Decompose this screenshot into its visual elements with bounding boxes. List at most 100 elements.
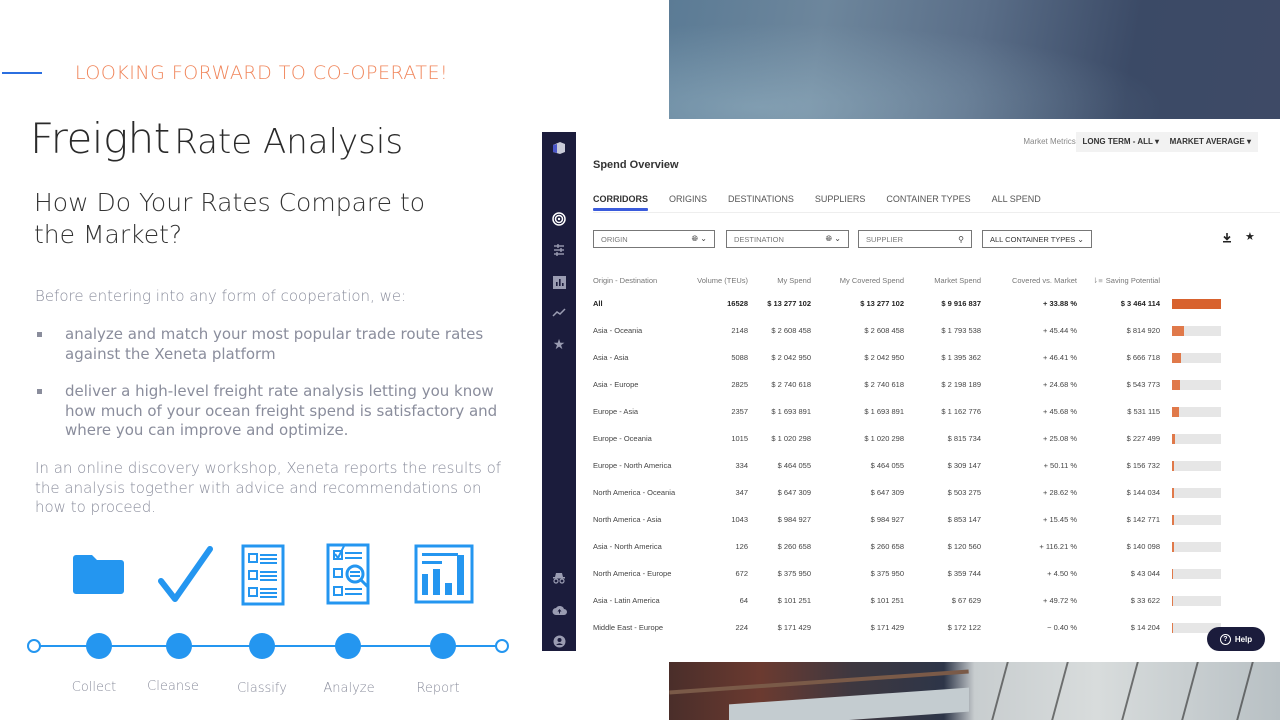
table-row[interactable]: Middle East - Europe 224 $ 171 429 $ 171 42… — [593, 614, 1230, 641]
table-row[interactable]: Asia - Latin America 64 $ 101 251 $ 101 251… — [593, 587, 1230, 614]
tab-corridors[interactable]: CORRIDORS — [593, 194, 649, 211]
cell-covered-vs-market: + 50.11 % — [1043, 461, 1077, 470]
destination-filter[interactable]: DESTINATION 🌐︎ ⌄ — [726, 230, 849, 248]
cell-saving-bar — [1160, 344, 1230, 371]
bullet-square-icon — [37, 389, 42, 394]
tab-bar: CORRIDORS ORIGINS DESTINATIONS SUPPLIERS… — [593, 194, 1062, 211]
cell-volume: 347 — [735, 488, 748, 497]
cell-route: Middle East - Europe — [593, 623, 664, 632]
table-row-total[interactable]: All 16528 $ 13 277 102 $ 13 277 102 $ 9 916 … — [593, 290, 1230, 317]
long-term-dropdown[interactable]: LONG TERM - ALL ▾ — [1075, 132, 1166, 152]
star-icon[interactable]: ★ — [550, 335, 568, 353]
cell-route: North America - Asia — [593, 515, 662, 524]
container-types-dropdown[interactable]: ALL CONTAINER TYPES ⌄ — [982, 230, 1092, 248]
table-row[interactable]: Asia - Oceania 2148 $ 2 608 458 $ 2 608 458… — [593, 317, 1230, 344]
cell-saving-bar — [1160, 587, 1230, 614]
cell-my-spend: $ 2 042 950 — [771, 353, 811, 362]
tab-origins[interactable]: ORIGINS — [669, 194, 707, 211]
container-seam — [1121, 662, 1139, 720]
cell-my-spend: $ 464 055 — [777, 461, 811, 470]
caret-down-icon: ▾ — [1246, 137, 1251, 146]
ship-containers — [729, 687, 969, 720]
timeline-start — [27, 639, 41, 653]
cell-covered-vs-market: + 46.41 % — [1043, 353, 1077, 362]
tab-container-types[interactable]: CONTAINER TYPES — [886, 194, 970, 211]
download-icon[interactable] — [1222, 232, 1232, 246]
trend-icon[interactable] — [550, 304, 568, 322]
table-row[interactable]: Europe - Oceania 1015 $ 1 020 298 $ 1 020 2… — [593, 425, 1230, 452]
cell-volume: 126 — [735, 542, 748, 551]
origin-filter[interactable]: ORIGIN 🌐︎ ⌄ — [593, 230, 715, 248]
tab-suppliers[interactable]: SUPPLIERS — [815, 194, 866, 211]
saving-bar-fill — [1172, 568, 1173, 579]
cell-saving-potential: $ 3 464 114 — [1120, 299, 1160, 308]
cell-volume: 2825 — [731, 380, 748, 389]
title-freight: Freight — [30, 114, 170, 163]
cell-saving-potential: $ 666 718 — [1126, 353, 1160, 362]
col-volume[interactable]: Volume (TEUs) — [685, 270, 748, 290]
cell-covered-spend: $ 2 608 458 — [864, 326, 904, 335]
timeline-step-dot — [86, 633, 112, 659]
supplier-search[interactable]: SUPPLIER ⚲ — [858, 230, 972, 248]
table-row[interactable]: Asia - North America 126 $ 260 658 $ 260 65… — [593, 533, 1230, 560]
cell-covered-vs-market: + 28.62 % — [1043, 488, 1077, 497]
cell-volume: 334 — [735, 461, 748, 470]
bullet-text: deliver a high-level freight rate analys… — [65, 382, 498, 439]
cell-covered-vs-market: − 0.40 % — [1047, 623, 1077, 632]
cell-covered-spend: $ 101 251 — [870, 596, 904, 605]
market-average-dropdown[interactable]: MARKET AVERAGE ▾ — [1162, 132, 1258, 152]
cell-covered-vs-market: + 45.68 % — [1043, 407, 1077, 416]
account-icon[interactable] — [550, 632, 568, 650]
col-saving-bar — [1160, 270, 1230, 290]
cell-my-spend: $ 1 020 298 — [771, 434, 811, 443]
bar-chart-icon[interactable] — [550, 273, 568, 291]
cell-covered-vs-market: + 15.45 % — [1043, 515, 1077, 524]
col-my-covered-spend[interactable]: My Covered Spend — [811, 270, 904, 290]
filters-icon[interactable] — [550, 241, 568, 259]
saving-bar-fill — [1172, 379, 1180, 390]
incognito-icon[interactable] — [550, 569, 568, 587]
saving-bar-fill — [1172, 406, 1180, 417]
table-row[interactable]: North America - Asia 1043 $ 984 927 $ 984 9… — [593, 506, 1230, 533]
step-label-collect: Collect — [71, 680, 117, 695]
cell-covered-spend: $ 2 042 950 — [864, 353, 904, 362]
col-saving-potential[interactable]: ⇂≡ Saving Potential — [1077, 270, 1160, 290]
cell-saving-bar — [1160, 290, 1230, 317]
target-icon[interactable] — [550, 210, 568, 228]
table-row[interactable]: Europe - North America 334 $ 464 055 $ 464 … — [593, 452, 1230, 479]
page-title: Spend Overview — [593, 159, 679, 171]
logo-icon[interactable] — [550, 139, 568, 157]
cell-saving-bar — [1160, 425, 1230, 452]
col-my-spend[interactable]: My Spend — [748, 270, 811, 290]
tab-destinations[interactable]: DESTINATIONS — [728, 194, 794, 211]
tab-all-spend[interactable]: ALL SPEND — [992, 194, 1041, 211]
cell-volume: 64 — [739, 596, 748, 605]
tabs-divider — [593, 212, 1280, 213]
chevron-down-icon: ⌄ — [1077, 234, 1084, 244]
saving-bar-track — [1172, 568, 1221, 579]
table-row[interactable]: Asia - Asia 5088 $ 2 042 950 $ 2 042 950 $ 1… — [593, 344, 1230, 371]
saving-bar-fill — [1172, 541, 1174, 552]
timeline-step-dot — [430, 633, 456, 659]
cell-my-spend: $ 260 658 — [777, 542, 811, 551]
help-button[interactable]: ? Help — [1207, 627, 1265, 651]
cell-my-spend: $ 1 693 891 — [771, 407, 811, 416]
cell-volume: 224 — [735, 623, 748, 632]
col-origin-destination[interactable]: Origin - Destination — [593, 270, 685, 290]
favorite-star-icon[interactable]: ★ — [1245, 230, 1255, 243]
cell-covered-spend: $ 375 950 — [870, 569, 904, 578]
table-row[interactable]: Asia - Europe 2825 $ 2 740 618 $ 2 740 618 $… — [593, 371, 1230, 398]
col-market-spend[interactable]: Market Spend — [904, 270, 981, 290]
xeneta-app-window: ★ Market Metrics: LONG TERM - ALL ▾ MARK… — [542, 132, 1280, 651]
cell-my-spend: $ 375 950 — [777, 569, 811, 578]
table-row[interactable]: North America - Oceania 347 $ 647 309 $ 647… — [593, 479, 1230, 506]
container-seam — [1051, 662, 1069, 720]
cloud-upload-icon[interactable] — [550, 601, 568, 619]
cell-saving-potential: $ 531 115 — [1127, 407, 1160, 416]
cell-volume: 672 — [735, 569, 748, 578]
table-row[interactable]: Europe - Asia 2357 $ 1 693 891 $ 1 693 891 $… — [593, 398, 1230, 425]
col-covered-vs-market[interactable]: Covered vs. Market — [981, 270, 1077, 290]
table-row[interactable]: North America - Europe 672 $ 375 950 $ 375 … — [593, 560, 1230, 587]
globe-icon: 🌐︎ ⌄ — [825, 234, 841, 243]
bullet-item: deliver a high-level freight rate analys… — [35, 382, 505, 441]
